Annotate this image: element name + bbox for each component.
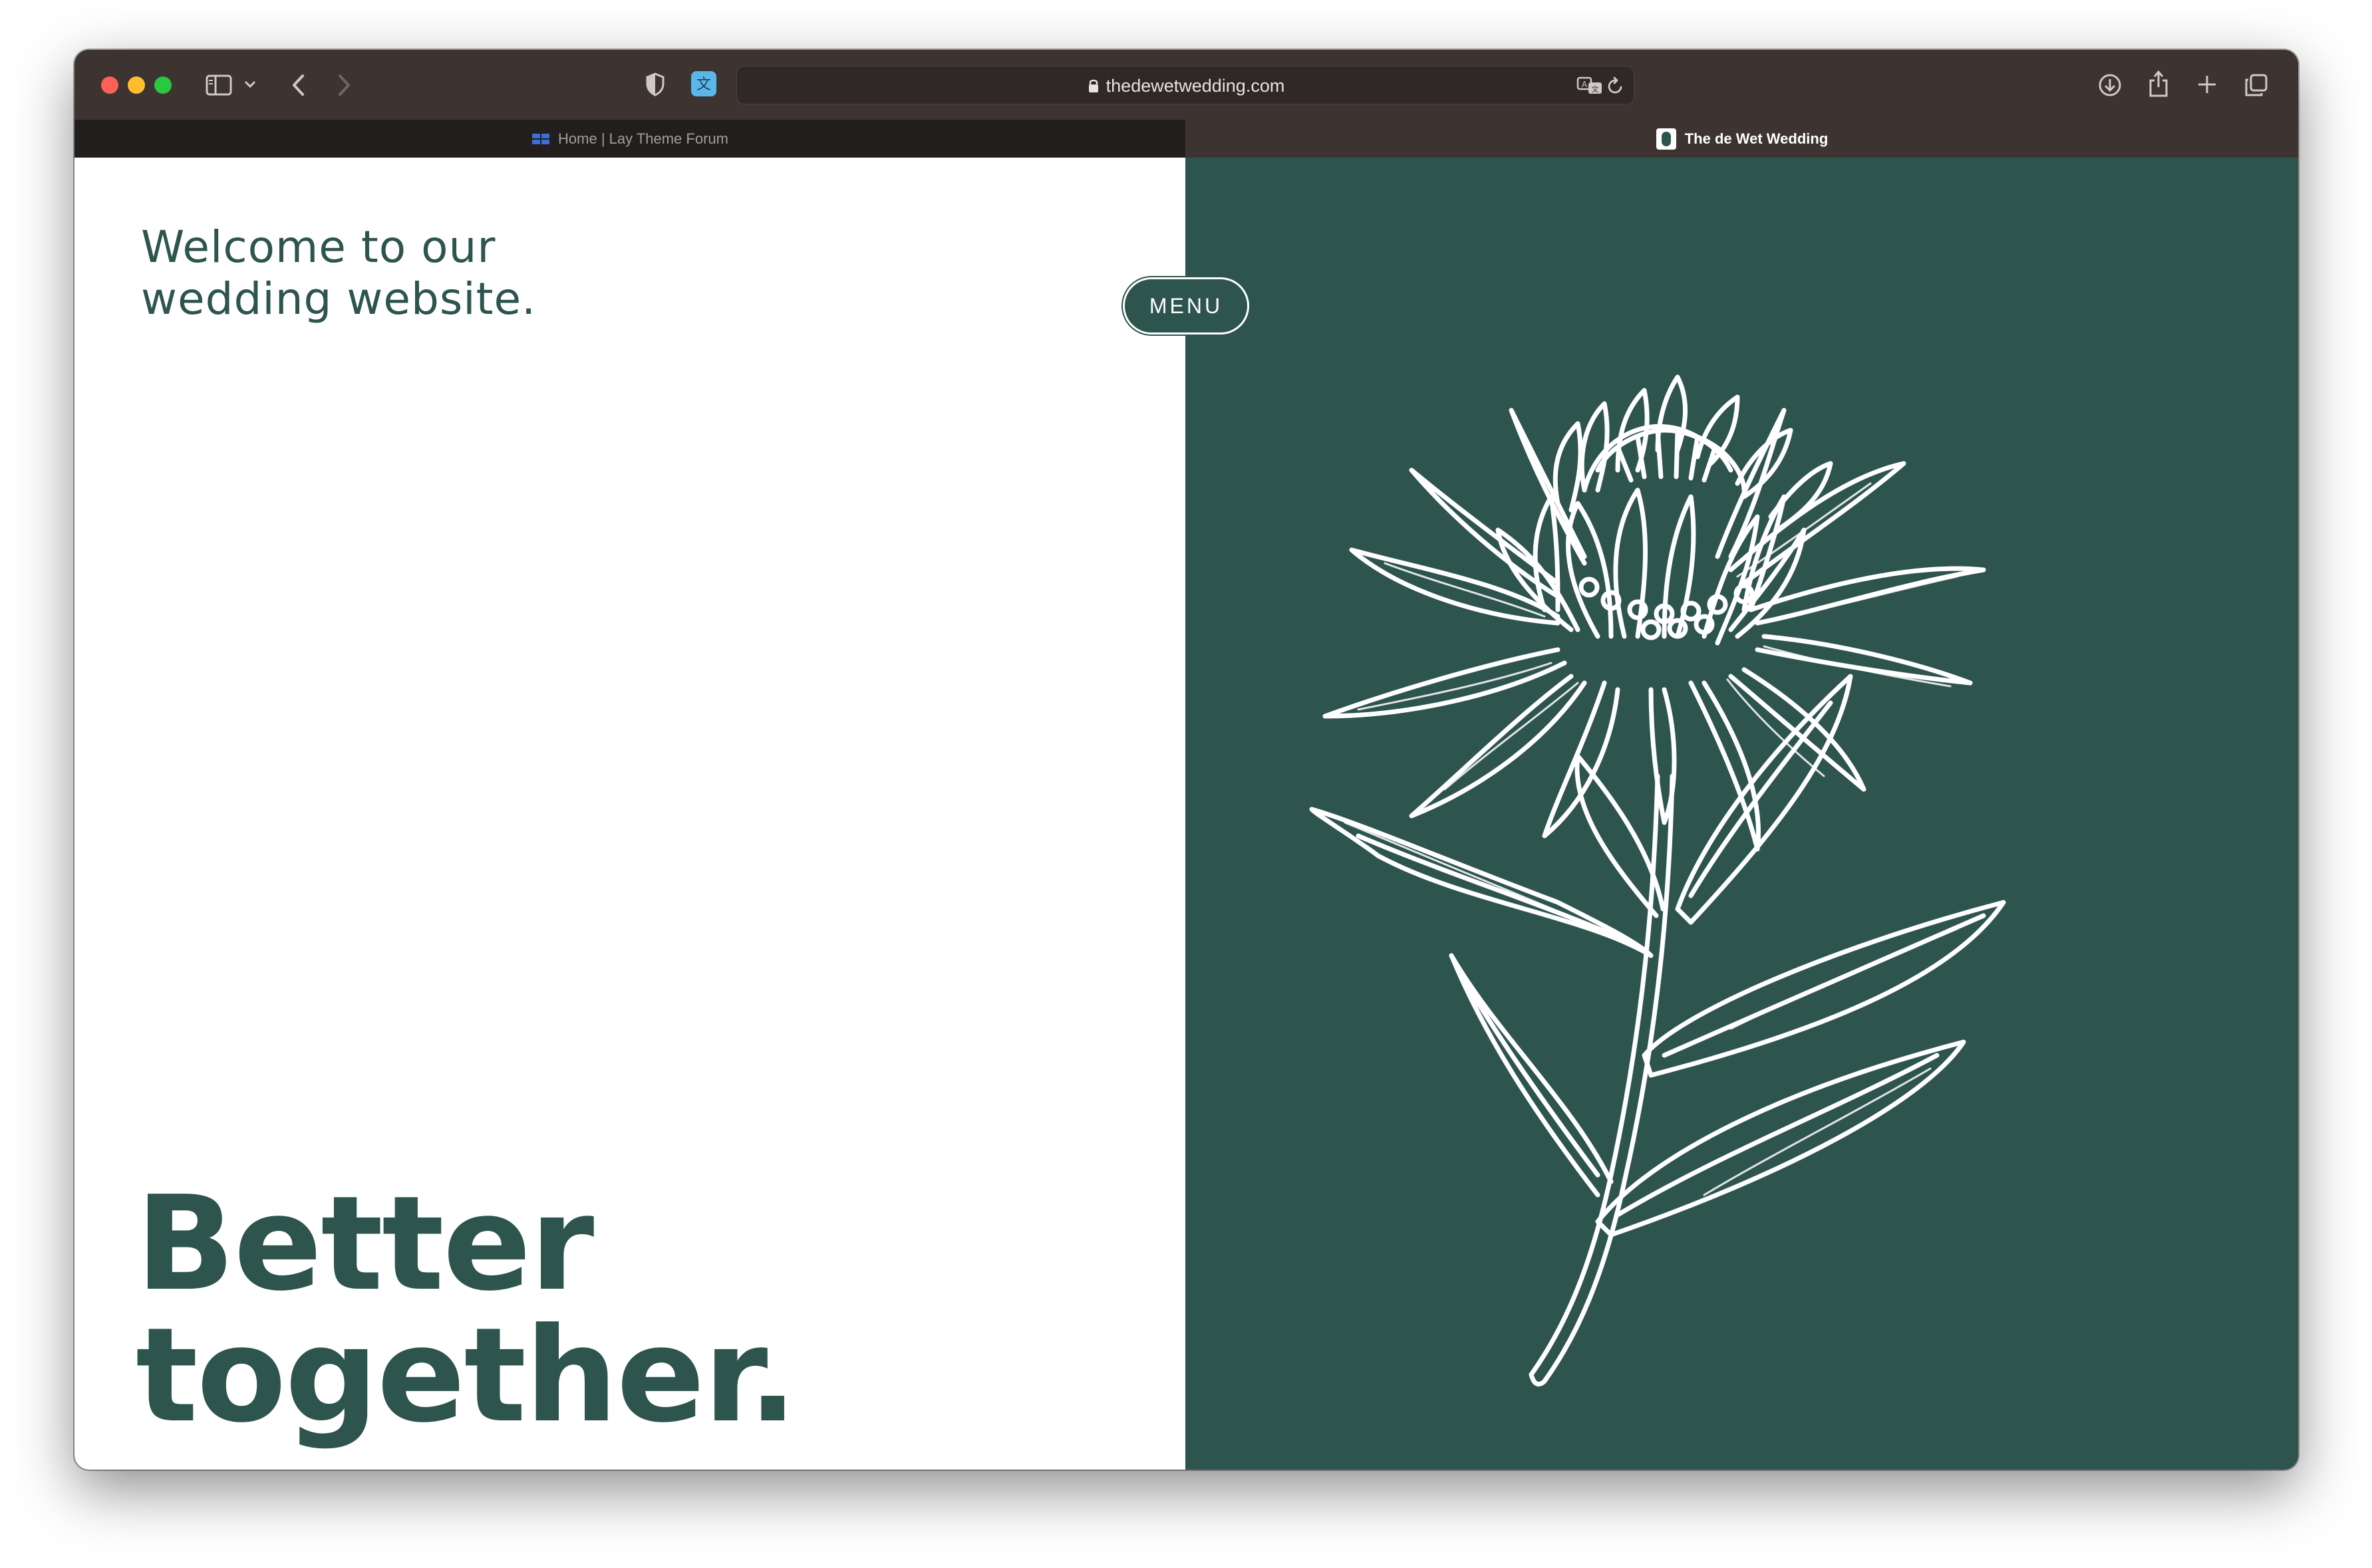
reload-icon[interactable] (1606, 76, 1626, 96)
svg-text:文: 文 (696, 76, 711, 93)
tab-overview-icon[interactable] (2243, 72, 2270, 98)
site-favicon (1656, 128, 1677, 150)
translate-extension-icon[interactable]: 文 (690, 70, 718, 98)
address-bar[interactable]: thedewetwedding.com A文 (736, 66, 1634, 104)
new-tab-icon[interactable] (2195, 72, 2219, 96)
web-content: Welcome to our wedding website. Better t… (74, 158, 2298, 1470)
chevron-down-icon[interactable] (242, 78, 258, 91)
protea-flower-illustration (1309, 374, 2006, 1386)
close-window-button[interactable] (101, 76, 118, 94)
hero-headline: Better together. (136, 1178, 1067, 1442)
menu-button[interactable]: MENU (1123, 277, 1249, 334)
lay-theme-favicon (531, 132, 550, 146)
svg-text:文: 文 (1592, 84, 1599, 94)
headline-line-1: Better (136, 1168, 594, 1320)
welcome-line-1: Welcome to our (141, 221, 496, 273)
welcome-heading: Welcome to our wedding website. (141, 221, 806, 325)
translate-page-icon[interactable]: A文 (1576, 74, 1603, 97)
tab-lay-theme-forum[interactable]: Home | Lay Theme Forum (74, 120, 1185, 158)
tab-label: Home | Lay Theme Forum (558, 130, 728, 147)
minimize-window-button[interactable] (128, 76, 145, 94)
share-icon[interactable] (2147, 68, 2170, 99)
tab-bar: Home | Lay Theme Forum The de Wet Weddin… (74, 120, 2298, 158)
zoom-window-button[interactable] (154, 76, 172, 94)
tab-label: The de Wet Wedding (1684, 130, 1829, 147)
tab-de-wet-wedding[interactable]: The de Wet Wedding (1185, 120, 2298, 158)
lock-icon (1088, 78, 1100, 94)
privacy-shield-icon[interactable] (643, 71, 667, 98)
browser-toolbar: 文 thedewetwedding.com A文 (74, 50, 2298, 120)
right-panel: DE (1185, 158, 2298, 1470)
svg-text:A: A (1582, 80, 1588, 89)
downloads-icon[interactable] (2097, 72, 2123, 98)
welcome-line-2: wedding website. (141, 273, 537, 325)
headline-line-2: together. (136, 1300, 798, 1452)
left-panel: Welcome to our wedding website. Better t… (74, 158, 1185, 1470)
forward-icon[interactable] (334, 72, 355, 98)
url-text: thedewetwedding.com (1106, 75, 1285, 96)
back-icon[interactable] (287, 72, 309, 98)
browser-window: 文 thedewetwedding.com A文 Home | Lay Them… (74, 50, 2298, 1470)
sidebar-toggle-icon[interactable] (204, 73, 233, 97)
